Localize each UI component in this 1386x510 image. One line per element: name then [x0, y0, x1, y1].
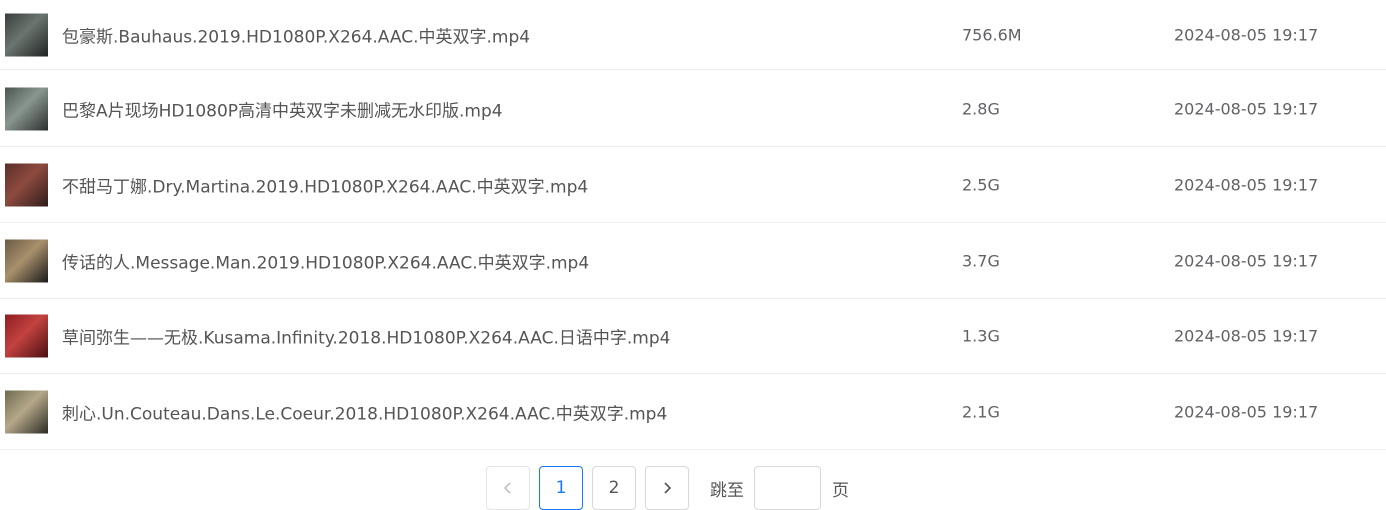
file-size: 2.1G	[962, 402, 1000, 422]
chevron-right-icon	[664, 482, 672, 494]
file-size: 2.8G	[962, 99, 1000, 119]
page-unit-label: 页	[832, 480, 849, 501]
page-button-1[interactable]: 1	[539, 466, 583, 510]
video-thumbnail[interactable]	[5, 87, 48, 131]
file-name[interactable]: 包豪斯.Bauhaus.2019.HD1080P.X264.AAC.中英双字.m…	[62, 22, 530, 47]
file-row[interactable]: 不甜马丁娜.Dry.Martina.2019.HD1080P.X264.AAC.…	[0, 148, 1386, 223]
file-row[interactable]: 刺心.Un.Couteau.Dans.Le.Coeur.2018.HD1080P…	[0, 375, 1386, 450]
file-size: 2.5G	[962, 175, 1000, 195]
file-date: 2024-08-05 19:17	[1174, 175, 1319, 195]
file-name[interactable]: 刺心.Un.Couteau.Dans.Le.Coeur.2018.HD1080P…	[62, 400, 667, 425]
file-name[interactable]: 草间弥生——无极.Kusama.Infinity.2018.HD1080P.X2…	[62, 324, 670, 349]
video-thumbnail[interactable]	[5, 390, 48, 434]
file-name[interactable]: 传话的人.Message.Man.2019.HD1080P.X264.AAC.中…	[62, 249, 589, 274]
chevron-left-icon	[503, 482, 511, 494]
jump-page-input[interactable]	[754, 466, 821, 510]
file-date: 2024-08-05 19:17	[1174, 25, 1319, 44]
video-thumbnail[interactable]	[5, 314, 48, 358]
file-name[interactable]: 巴黎A片现场HD1080P高清中英双字未删减无水印版.mp4	[62, 97, 503, 122]
pagination: 1 2 跳至 页	[486, 466, 849, 510]
file-size: 756.6M	[962, 25, 1022, 44]
file-row[interactable]: 传话的人.Message.Man.2019.HD1080P.X264.AAC.中…	[0, 224, 1386, 299]
jump-to-label: 跳至	[710, 480, 744, 501]
next-page-button[interactable]	[645, 466, 689, 510]
file-row[interactable]: 巴黎A片现场HD1080P高清中英双字未删减无水印版.mp4 2.8G 2024-0…	[0, 72, 1386, 147]
file-row[interactable]: 草间弥生——无极.Kusama.Infinity.2018.HD1080P.X2…	[0, 299, 1386, 374]
file-date: 2024-08-05 19:17	[1174, 99, 1319, 119]
video-thumbnail[interactable]	[5, 163, 48, 207]
file-row[interactable]: 包豪斯.Bauhaus.2019.HD1080P.X264.AAC.中英双字.m…	[0, 0, 1386, 70]
file-name[interactable]: 不甜马丁娜.Dry.Martina.2019.HD1080P.X264.AAC.…	[62, 173, 588, 198]
file-size: 3.7G	[962, 251, 1000, 271]
file-size: 1.3G	[962, 326, 1000, 346]
video-thumbnail[interactable]	[5, 13, 48, 56]
file-date: 2024-08-05 19:17	[1174, 326, 1319, 346]
file-date: 2024-08-05 19:17	[1174, 251, 1319, 271]
page-button-2[interactable]: 2	[592, 466, 636, 510]
file-date: 2024-08-05 19:17	[1174, 402, 1319, 422]
video-thumbnail[interactable]	[5, 239, 48, 283]
prev-page-button[interactable]	[486, 466, 530, 510]
